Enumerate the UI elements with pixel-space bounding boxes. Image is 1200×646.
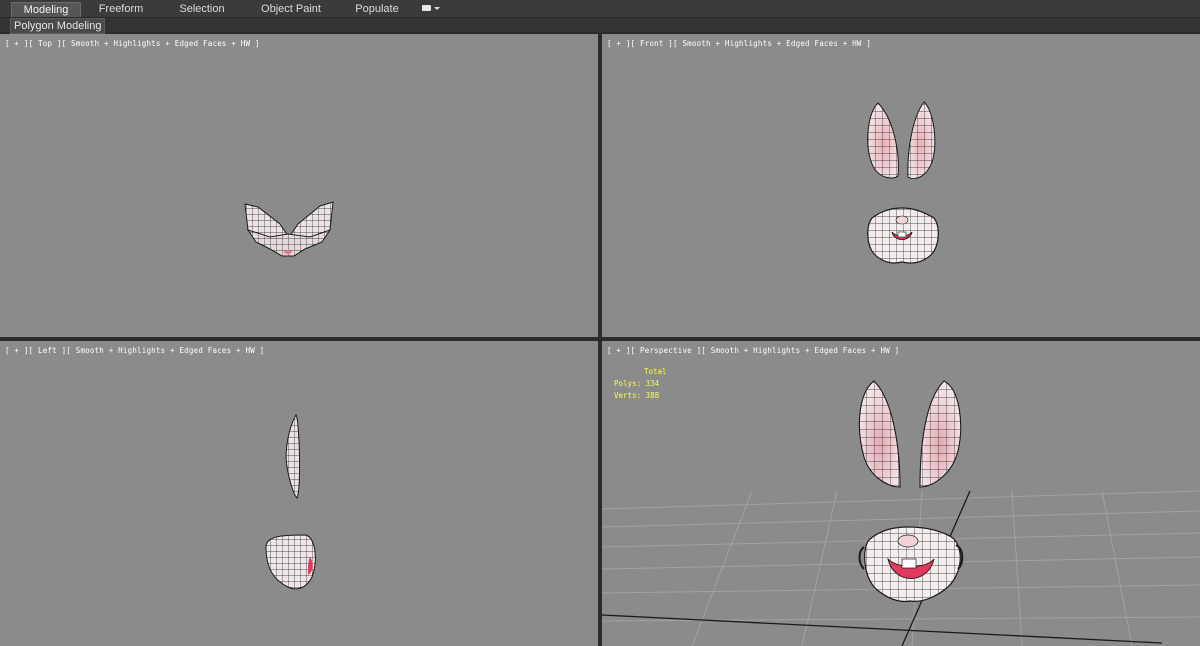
viewport-front[interactable]: [ + ][ Front ][ Smooth + Highlights + Ed… <box>602 34 1200 337</box>
ribbon-bar: Modeling Freeform Selection Object Paint… <box>0 0 1200 18</box>
ear-left-persp-mesh <box>858 380 901 488</box>
ribbon-options-dropdown[interactable] <box>420 3 440 15</box>
perspective-view-scene <box>602 380 1200 646</box>
chevron-down-icon <box>434 7 440 10</box>
ribbon-toggle-icon <box>422 5 431 11</box>
left-view-mesh <box>265 413 316 590</box>
viewport-top[interactable]: [ + ][ Top ][ Smooth + Highlights + Edge… <box>0 34 598 337</box>
tab-selection[interactable]: Selection <box>168 2 236 16</box>
ribbon-panel-bar: Polygon Modeling <box>0 18 1200 34</box>
ear-left-front-mesh <box>867 102 899 179</box>
ear-right-persp-mesh <box>919 380 962 488</box>
tab-modeling[interactable]: Modeling <box>11 2 81 17</box>
viewport-left[interactable]: [ + ][ Left ][ Smooth + Highlights + Edg… <box>0 341 598 646</box>
viewport-perspective[interactable]: [ + ][ Perspective ][ Smooth + Highlight… <box>602 341 1200 646</box>
tab-freeform[interactable]: Freeform <box>88 2 154 16</box>
front-view-mesh <box>867 101 939 264</box>
head-left-side-mesh <box>265 534 316 590</box>
ear-left-side-mesh <box>285 413 301 499</box>
tab-object-paint[interactable]: Object Paint <box>252 2 330 16</box>
panel-polygon-modeling[interactable]: Polygon Modeling <box>10 18 106 34</box>
ear-right-front-mesh <box>907 101 936 180</box>
face-front-mesh <box>867 207 939 264</box>
top-view-mesh <box>244 201 334 257</box>
head-top-mesh <box>246 229 332 257</box>
tab-populate[interactable]: Populate <box>345 2 409 16</box>
face-persp-mesh <box>858 526 964 603</box>
